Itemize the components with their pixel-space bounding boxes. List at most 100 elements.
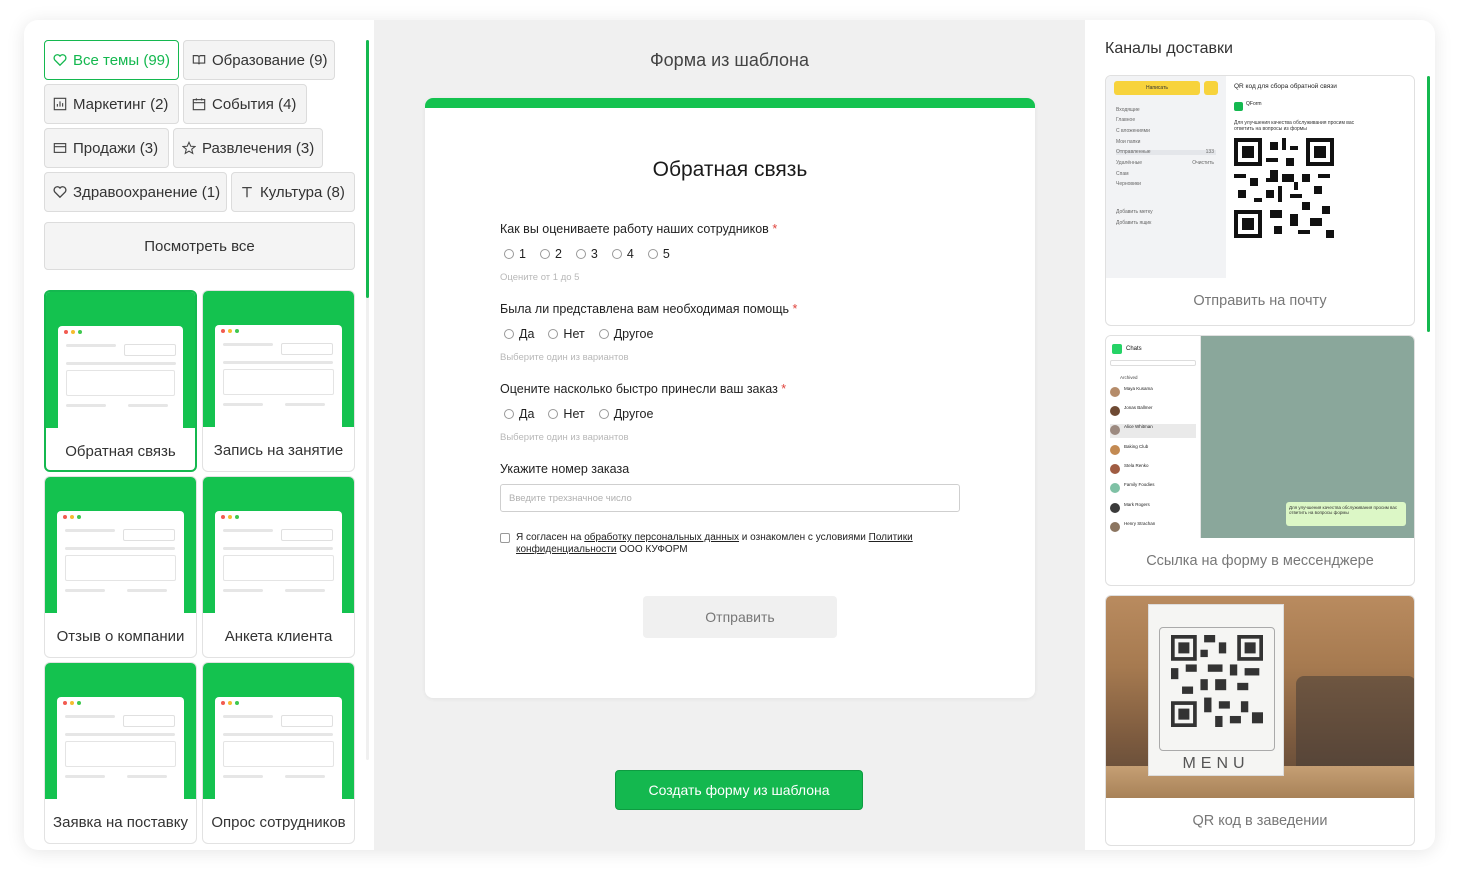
channel-email-card[interactable]: Написать Входящие Главное С вложениями М…: [1105, 75, 1415, 326]
template-card-label: Анкета клиента: [224, 627, 333, 645]
radio-option[interactable]: 2: [539, 247, 562, 261]
radio-option[interactable]: Да: [504, 327, 534, 341]
question-hint: Выберите один из вариантов: [500, 352, 629, 363]
channel-qr-label: QR код в заведении: [1192, 813, 1328, 829]
mail-folder: Отправленные 133: [1116, 149, 1216, 155]
radio-button[interactable]: [548, 329, 559, 339]
mail-folder: Добавить ящик: [1116, 220, 1152, 226]
mail-message: QR код для сбора обратной связи QForm Дл…: [1228, 76, 1414, 278]
messenger-preview-image: Chats Archived Maya Kusama Jonas Ballmer…: [1106, 336, 1414, 538]
template-card-client-survey[interactable]: Анкета клиента: [202, 476, 355, 658]
sidebar-scrollbar[interactable]: [366, 40, 369, 298]
radio-option[interactable]: Другое: [598, 327, 653, 341]
form-accent-bar: [425, 98, 1035, 108]
book-icon: [192, 55, 206, 65]
qr-menu-photo: MENU: [1106, 596, 1414, 798]
radio-button[interactable]: [611, 249, 622, 259]
radio-button[interactable]: [504, 409, 514, 419]
form-preview-panel: Форма из шаблона Обратная связь Как вы о…: [374, 20, 1085, 850]
radio-button[interactable]: [575, 249, 586, 259]
order-number-input[interactable]: Введите трехзначное число: [500, 484, 960, 512]
template-card-label: Обратная связь: [65, 442, 176, 460]
heart-icon: [53, 186, 67, 199]
qform-logo-icon: [1234, 102, 1243, 111]
text-icon: [242, 186, 252, 198]
template-card-label: Запись на занятие: [213, 441, 344, 459]
avatar: [1110, 503, 1120, 513]
qr-code-icon: [1234, 138, 1334, 238]
question-1: Как вы оцениваете работу наших сотрудник…: [500, 222, 778, 236]
template-card-company-review[interactable]: Отзыв о компании: [44, 476, 197, 658]
radio-option[interactable]: Нет: [548, 327, 585, 341]
radio-option[interactable]: 1: [504, 247, 526, 261]
template-card-feedback[interactable]: Обратная связь: [44, 290, 197, 472]
mail-body: Для улучшения качества обслуживания прос…: [1234, 120, 1355, 132]
template-card-employee-survey[interactable]: Опрос сотрудников: [202, 662, 355, 844]
chat-search-field: [1110, 360, 1196, 366]
template-gallery-window: Все темы (99) Образование (9) Маркетинг …: [24, 20, 1435, 850]
template-thumbnail: [45, 477, 196, 613]
preview-title: Форма из шаблона: [649, 50, 810, 70]
mail-sidebar: Написать Входящие Главное С вложениями М…: [1106, 76, 1226, 278]
template-thumbnail: [46, 292, 195, 428]
template-thumbnail: [203, 477, 354, 613]
channel-qr-card[interactable]: MENU QR код в заведении: [1105, 595, 1415, 846]
template-sidebar: Все темы (99) Образование (9) Маркетинг …: [24, 20, 374, 850]
radio-button[interactable]: [504, 329, 514, 339]
message-bubble: Для улучшения качества обслуживания прос…: [1286, 502, 1406, 526]
chip-all-topics[interactable]: Все темы (99): [44, 40, 179, 80]
create-form-button[interactable]: Создать форму из шаблона: [615, 770, 863, 810]
personal-data-link[interactable]: обработку персональных данных: [584, 532, 739, 543]
form-title: Обратная связь: [652, 158, 808, 181]
radio-button[interactable]: [598, 409, 609, 419]
chip-marketing[interactable]: Маркетинг (2): [44, 84, 179, 124]
chip-sales[interactable]: Продажи (3): [44, 128, 169, 168]
chat-row: Jonas Ballmer: [1110, 405, 1196, 419]
template-card-supply-request[interactable]: Заявка на поставку: [44, 662, 197, 844]
radio-button[interactable]: [504, 249, 514, 259]
chat-row: Baking Club: [1110, 444, 1196, 458]
menu-sign-text: MENU: [1182, 755, 1250, 772]
radio-button[interactable]: [539, 249, 550, 259]
avatar: [1110, 464, 1120, 474]
mail-sender: QForm: [1246, 101, 1262, 107]
radio-option[interactable]: 5: [647, 247, 670, 261]
mail-compose-button: Написать: [1114, 81, 1200, 95]
rating-options: 1 2 3 4 5: [504, 247, 670, 261]
radio-option[interactable]: Да: [504, 407, 534, 421]
radio-button[interactable]: [598, 329, 609, 339]
view-all-button[interactable]: Посмотреть все: [44, 222, 355, 270]
heart-icon: [53, 54, 67, 67]
chip-healthcare[interactable]: Здравоохранение (1): [44, 172, 227, 212]
chip-education[interactable]: Образование (9): [183, 40, 335, 80]
template-card-label: Отзыв о компании: [56, 627, 185, 645]
radio-option[interactable]: Нет: [548, 407, 585, 421]
template-card-class-signup[interactable]: Запись на занятие: [202, 290, 355, 472]
chat-row: Mark Rogers: [1110, 502, 1196, 516]
mail-folder: Черновики: [1116, 181, 1141, 187]
consent-checkbox-row: Я согласен на обработку персональных дан…: [500, 532, 920, 556]
channels-scrollbar[interactable]: [1427, 76, 1430, 332]
submit-button[interactable]: Отправить: [643, 596, 837, 638]
avatar: [1110, 387, 1120, 397]
channel-messenger-label: Ссылка на форму в мессенджере: [1146, 553, 1374, 569]
mail-subject: QR код для сбора обратной связи: [1234, 83, 1337, 90]
required-mark: *: [772, 222, 778, 236]
template-card-label: Заявка на поставку: [53, 813, 188, 831]
radio-button[interactable]: [647, 249, 658, 259]
mail-folder: С вложениями: [1116, 128, 1150, 134]
choice-options: Да Нет Другое: [504, 327, 653, 341]
chip-culture[interactable]: Культура (8): [231, 172, 355, 212]
radio-option[interactable]: 4: [611, 247, 634, 261]
chip-events[interactable]: События (4): [183, 84, 307, 124]
qr-code-icon: [1171, 635, 1263, 727]
radio-button[interactable]: [548, 409, 559, 419]
radio-option[interactable]: 3: [575, 247, 598, 261]
refresh-icon: [1204, 81, 1218, 95]
channel-messenger-card[interactable]: Chats Archived Maya Kusama Jonas Ballmer…: [1105, 335, 1415, 586]
chip-entertainment[interactable]: Развлечения (3): [173, 128, 323, 168]
question-4: Укажите номер заказа: [500, 462, 630, 476]
consent-checkbox[interactable]: [500, 533, 510, 543]
chat-row: Alice Whitman: [1110, 424, 1196, 438]
radio-option[interactable]: Другое: [598, 407, 653, 421]
